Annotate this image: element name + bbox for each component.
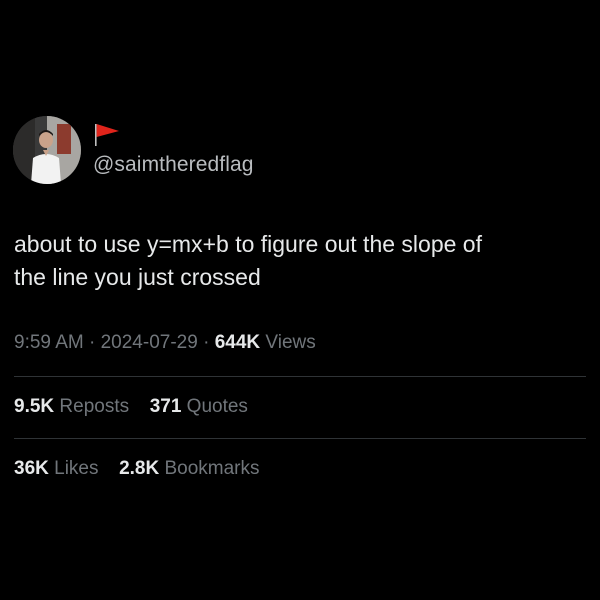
engagement-row-likes-bookmarks: 36K Likes 2.8K Bookmarks xyxy=(14,458,260,480)
meta-separator: · xyxy=(203,332,210,353)
quotes-count: 371 xyxy=(149,396,182,417)
divider xyxy=(14,438,586,439)
bookmarks-label: Bookmarks xyxy=(164,458,260,479)
reposts-stat[interactable]: 9.5K Reposts xyxy=(14,396,134,417)
likes-count: 36K xyxy=(14,458,49,479)
likes-stat[interactable]: 36K Likes xyxy=(14,458,104,479)
avatar[interactable] xyxy=(13,116,81,184)
reposts-count: 9.5K xyxy=(14,396,55,417)
meta-separator: · xyxy=(89,332,96,353)
engagement-row-reposts-quotes: 9.5K Reposts 371 Quotes xyxy=(14,396,248,418)
author-handle[interactable]: @saimtheredflag xyxy=(93,153,254,177)
bookmarks-stat[interactable]: 2.8K Bookmarks xyxy=(119,458,259,479)
tweet-card: @saimtheredflag about to use y=mx+b to f… xyxy=(0,0,600,600)
views-count: 644K xyxy=(214,332,261,353)
views-label: Views xyxy=(265,332,316,353)
likes-label: Likes xyxy=(54,458,99,479)
tweet-time[interactable]: 9:59 AM xyxy=(14,332,84,353)
reposts-label: Reposts xyxy=(59,396,130,417)
tweet-text-line: about to use y=mx+b to figure out the sl… xyxy=(14,231,482,257)
profile-photo-icon xyxy=(13,116,81,184)
quotes-stat[interactable]: 371 Quotes xyxy=(150,396,248,417)
bookmarks-count: 2.8K xyxy=(119,458,160,479)
red-flag-icon xyxy=(95,124,119,146)
tweet-text: about to use y=mx+b to figure out the sl… xyxy=(14,228,574,294)
tweet-meta: 9:59 AM · 2024-07-29 · 644K Views xyxy=(14,332,316,354)
tweet-text-line: the line you just crossed xyxy=(14,264,261,290)
quotes-label: Quotes xyxy=(186,396,248,417)
divider xyxy=(14,376,586,377)
tweet-date[interactable]: 2024-07-29 xyxy=(101,332,198,353)
